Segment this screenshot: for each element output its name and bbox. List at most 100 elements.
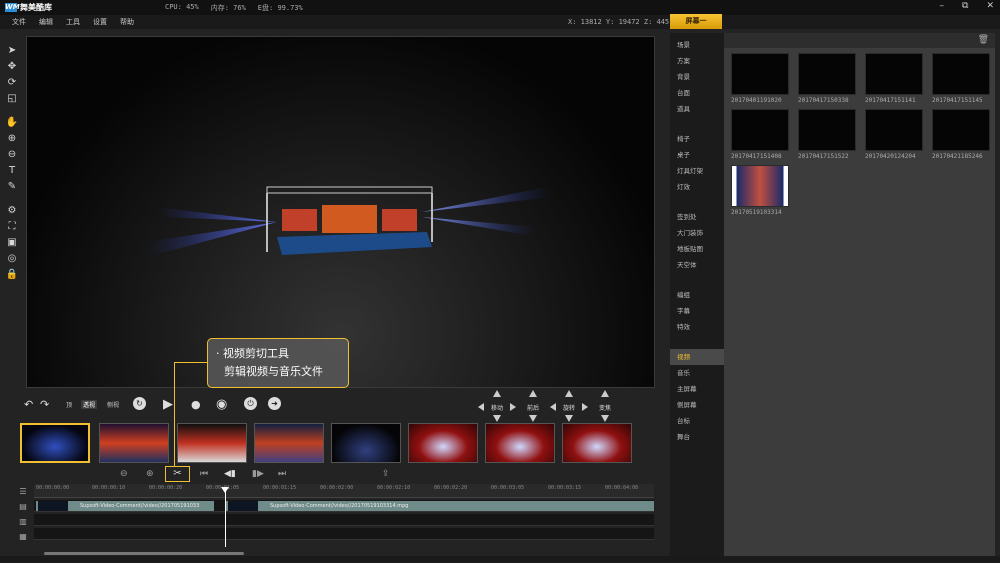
sidebar-item-music[interactable]: 音乐 [670, 365, 724, 381]
sidebar-item-checkin[interactable]: 签到处 [670, 209, 724, 225]
sidebar-item-chairs[interactable]: 椅子 [670, 131, 724, 147]
scene-thumbnail[interactable] [485, 423, 555, 463]
subtitle-track-icon[interactable]: ▦ [14, 531, 32, 543]
step-forward-icon[interactable]: ▮▶ [252, 468, 264, 480]
sidebar-item-props[interactable]: 道具 [670, 101, 724, 117]
asset-item[interactable]: 20170417151145 [932, 53, 990, 104]
step-back-icon[interactable]: ◀▮ [224, 468, 236, 480]
go-start-icon[interactable]: ⏮ [200, 468, 208, 480]
pan-hand-icon[interactable]: ✋ [5, 116, 19, 130]
asset-item[interactable]: 20170401191020 [731, 53, 789, 104]
sidebar-item-subtitles[interactable]: 字幕 [670, 303, 724, 319]
maximize-button[interactable]: ⧉ [962, 1, 968, 11]
refresh-icon[interactable]: ↻ [133, 397, 146, 410]
rotate-icon[interactable]: ⟳ [5, 76, 19, 90]
rotate-arrows[interactable]: 旋转 [550, 390, 588, 422]
next-icon[interactable]: ➜ [268, 397, 281, 410]
power-icon[interactable]: ⏻ [244, 397, 257, 410]
subtitle-track[interactable] [34, 528, 654, 540]
sidebar-item-main-screen[interactable]: 主屏幕 [670, 381, 724, 397]
edit-icon[interactable]: ✎ [5, 180, 19, 194]
settings-gear-icon[interactable]: ⚙ [5, 204, 19, 218]
zoom-in-icon[interactable]: ⊕ [5, 132, 19, 146]
sidebar-item-tables[interactable]: 桌子 [670, 147, 724, 163]
menu-help[interactable]: 帮助 [120, 17, 134, 27]
move-icon[interactable]: ✥ [5, 60, 19, 74]
zoom-out-icon[interactable]: ⊖ [5, 148, 19, 162]
asset-item[interactable]: 20170417151408 [731, 109, 789, 160]
video-cut-scissors-button[interactable]: ✂ [165, 466, 190, 482]
move-arrows[interactable]: 移动 [478, 390, 516, 422]
asset-item[interactable]: 20170421185246 [932, 109, 990, 160]
play-button[interactable]: ▶ [163, 397, 173, 413]
sidebar-item-light-effects[interactable]: 灯效 [670, 179, 724, 195]
sidebar-item-plan[interactable]: 方案 [670, 53, 724, 69]
video-clip[interactable]: Supsoft-Video-Comment//video//2017051910… [226, 501, 654, 511]
sphere-icon[interactable]: ◎ [5, 252, 19, 266]
asset-item[interactable]: 20170420124204 [865, 109, 923, 160]
front-back-arrows[interactable]: 前后 [518, 390, 548, 422]
video-clip[interactable]: Supsoft-Video-Comment//video//2017051910… [36, 501, 214, 511]
asset-item[interactable]: 20170417151522 [798, 109, 856, 160]
video-track-icon[interactable]: ▤ [14, 501, 32, 513]
scale-icon[interactable]: ◱ [5, 92, 19, 106]
timeline-ruler[interactable]: 00:00:00:00 00:00:00:10 00:00:00:20 00:0… [34, 484, 654, 498]
go-end-icon[interactable]: ⏭ [278, 468, 286, 480]
asset-item[interactable]: 20170519103314 [731, 165, 789, 216]
menu-edit[interactable]: 编辑 [39, 17, 53, 27]
scene-thumbnail[interactable] [331, 423, 401, 463]
view-perspective-button[interactable]: 透视 [81, 400, 98, 409]
minimize-button[interactable]: – [940, 1, 945, 11]
sidebar-item-effects[interactable]: 特效 [670, 319, 724, 335]
sidebar-item-stage-surface[interactable]: 台面 [670, 85, 724, 101]
asset-item[interactable]: 20170417151141 [865, 53, 923, 104]
sidebar-item-stage[interactable]: 舞台 [670, 429, 724, 445]
scene-thumbnail[interactable] [20, 423, 90, 463]
sidebar-item-floor-texture[interactable]: 地板贴图 [670, 241, 724, 257]
view-side-button[interactable]: 侧视 [105, 400, 121, 409]
redo-button[interactable]: ↷ [40, 397, 49, 413]
timeline-zoom-out-icon[interactable]: ⊖ [120, 468, 128, 480]
export-icon[interactable]: ⇪ [382, 468, 390, 480]
trash-icon[interactable]: 🗑 [978, 35, 989, 45]
3d-viewport[interactable] [26, 36, 655, 388]
fit-view-icon[interactable]: ⛶ [5, 220, 19, 234]
view-top-button[interactable]: 顶 [64, 400, 74, 409]
sidebar-item-skybox[interactable]: 天空体 [670, 257, 724, 273]
clip-thumbnail [228, 501, 258, 511]
audio-track[interactable] [34, 514, 654, 526]
sidebar-item-logo[interactable]: 台标 [670, 413, 724, 429]
sidebar-item-side-screen[interactable]: 侧屏幕 [670, 397, 724, 413]
sidebar-item-video[interactable]: 视频 [670, 349, 724, 365]
menu-settings[interactable]: 设置 [93, 17, 107, 27]
sidebar-item-lights[interactable]: 灯具灯架 [670, 163, 724, 179]
sidebar-item-group[interactable]: 编组 [670, 287, 724, 303]
camera-icon[interactable]: ▣ [5, 236, 19, 250]
timeline-playhead[interactable] [221, 487, 229, 547]
scene-thumbnail[interactable] [177, 423, 247, 463]
scene-thumbnail[interactable] [254, 423, 324, 463]
text-icon[interactable]: T [5, 164, 19, 178]
title-bar: WM 舞美酷库 CPU: 45% 内存: 76% E盘: 99.73% – ⧉ … [0, 0, 1000, 15]
sidebar-item-background[interactable]: 背景 [670, 69, 724, 85]
sidebar-item-scene[interactable]: 场景 [670, 37, 724, 53]
select-arrow-icon[interactable]: ➤ [5, 44, 19, 58]
preview-eye-icon[interactable]: ◉ [216, 397, 227, 413]
timeline-zoom-in-icon[interactable]: ⊕ [146, 468, 154, 480]
record-button[interactable]: ● [191, 397, 201, 413]
timeline-scrollbar[interactable] [44, 552, 244, 555]
audio-track-icon[interactable]: ▥ [14, 516, 32, 528]
zoom-arrows[interactable]: 变焦 [590, 390, 620, 422]
sidebar-item-gate-decor[interactable]: 大门装饰 [670, 225, 724, 241]
menu-tools[interactable]: 工具 [66, 17, 80, 27]
close-button[interactable]: ✕ [986, 1, 994, 11]
scene-thumbnail[interactable] [408, 423, 478, 463]
asset-item[interactable]: 20170417150338 [798, 53, 856, 104]
menu-file[interactable]: 文件 [12, 17, 26, 27]
lock-icon[interactable]: 🔒 [5, 268, 19, 282]
scene-thumbnail[interactable] [99, 423, 169, 463]
screen-one-tab[interactable]: 屏幕一 [670, 14, 722, 29]
scene-thumbnail[interactable] [562, 423, 632, 463]
timeline-menu-icon[interactable]: ☰ [14, 486, 32, 498]
undo-button[interactable]: ↶ [24, 397, 33, 413]
